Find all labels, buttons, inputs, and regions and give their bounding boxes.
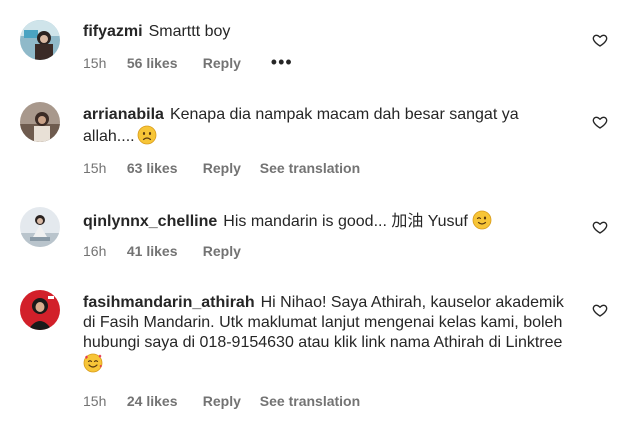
heart-outline-icon[interactable] <box>592 219 608 235</box>
comment-meta: 15h 56 likes Reply ••• <box>83 53 293 73</box>
comment-body: fifyazmi Smarttt boy <box>83 22 566 42</box>
wink-face-emoji <box>472 210 492 230</box>
like-count[interactable]: 24 likes <box>127 393 187 409</box>
like-count[interactable]: 41 likes <box>127 243 187 259</box>
avatar[interactable] <box>20 290 60 330</box>
reply-button[interactable]: Reply <box>203 393 241 409</box>
avatar[interactable] <box>20 20 60 60</box>
comment-username[interactable]: qinlynnx_chelline <box>83 213 217 230</box>
comment-list: fifyazmi Smarttt boy 15h 56 likes Reply •… <box>0 0 624 431</box>
smiling-face-with-hearts-emoji <box>83 353 103 373</box>
comment-meta: 15h 24 likes Reply See translation <box>83 393 360 411</box>
avatar[interactable] <box>20 102 60 142</box>
see-translation-button[interactable]: See translation <box>260 393 360 409</box>
comment-username[interactable]: fifyazmi <box>83 23 143 40</box>
comment-text: His mandarin is good... 加油 Yusuf <box>223 213 468 230</box>
see-translation-button[interactable]: See translation <box>260 160 360 176</box>
avatar[interactable] <box>20 207 60 247</box>
comment-body: qinlynnx_chelline His mandarin is good...… <box>83 210 566 232</box>
like-count[interactable]: 63 likes <box>127 160 187 176</box>
comment-meta: 15h 63 likes Reply See translation <box>83 160 360 178</box>
comment-time[interactable]: 15h <box>83 393 117 409</box>
comment-time[interactable]: 16h <box>83 243 117 259</box>
sad-face-emoji <box>137 125 156 145</box>
ellipsis-icon[interactable]: ••• <box>271 53 293 71</box>
comment-meta: 16h 41 likes Reply <box>83 243 241 261</box>
reply-button[interactable]: Reply <box>203 243 241 259</box>
comment-body: arrianabila Kenapa dia nampak macam dah b… <box>83 105 566 147</box>
comment-text: Smarttt boy <box>148 23 231 40</box>
heart-outline-icon[interactable] <box>592 114 608 130</box>
comment-body: fasihmandarin_athirah Hi Nihao! Saya Athi… <box>83 293 566 375</box>
like-count[interactable]: 56 likes <box>127 55 187 71</box>
reply-button[interactable]: Reply <box>203 160 241 176</box>
comment-username[interactable]: arrianabila <box>83 106 164 123</box>
heart-outline-icon[interactable] <box>592 302 608 318</box>
heart-outline-icon[interactable] <box>592 32 608 48</box>
comment-username[interactable]: fasihmandarin_athirah <box>83 294 255 311</box>
comment-time[interactable]: 15h <box>83 160 117 176</box>
reply-button[interactable]: Reply <box>203 55 241 71</box>
comment-time[interactable]: 15h <box>83 55 117 71</box>
